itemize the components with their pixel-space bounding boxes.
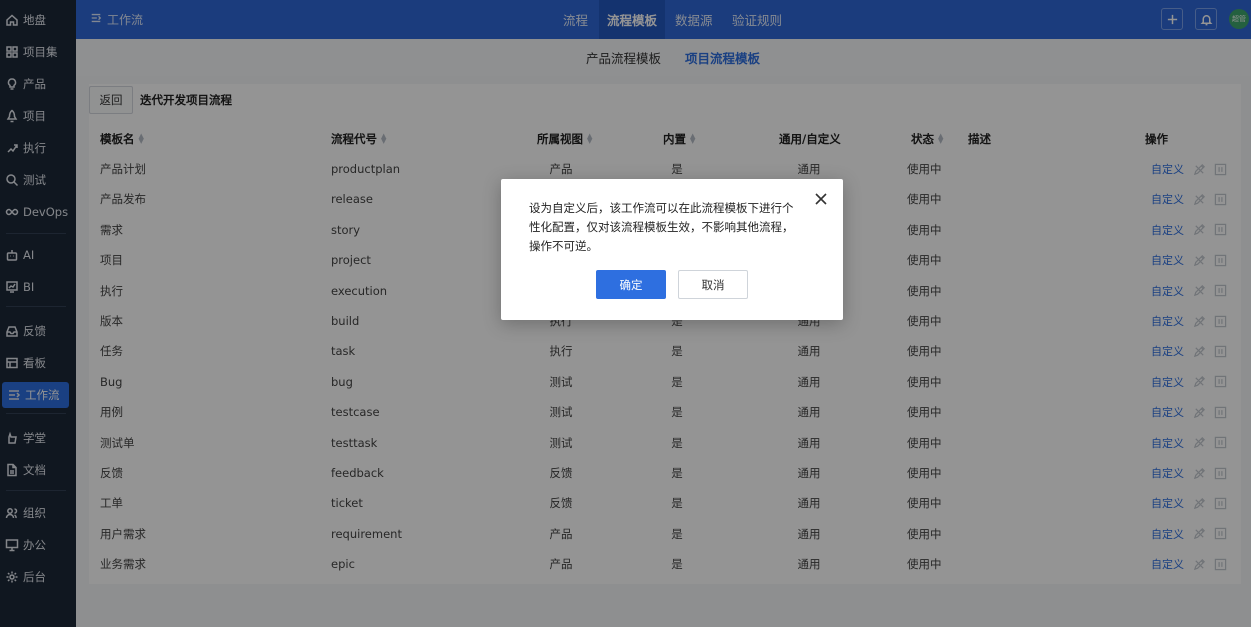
close-icon [815, 193, 827, 205]
confirm-button[interactable]: 确定 [596, 270, 666, 299]
cancel-button[interactable]: 取消 [678, 270, 748, 299]
dialog-message: 设为自定义后，该工作流可以在此流程模板下进行个性化配置，仅对该流程模板生效，不影… [529, 201, 794, 253]
confirm-dialog: 设为自定义后，该工作流可以在此流程模板下进行个性化配置，仅对该流程模板生效，不影… [501, 179, 843, 320]
close-button[interactable] [815, 193, 829, 207]
